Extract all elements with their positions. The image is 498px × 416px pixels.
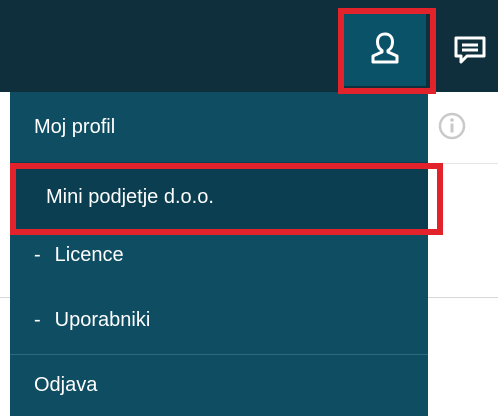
menu-item-my-profile[interactable]: Moj profil xyxy=(10,92,428,162)
menu-item-users[interactable]: - Uporabniki xyxy=(10,290,428,350)
content-divider xyxy=(428,297,498,298)
menu-item-prefix: - xyxy=(34,243,41,266)
chat-bubble-icon xyxy=(453,35,487,70)
user-dropdown-menu: Moj profil Mini podjetje d.o.o. - Licenc… xyxy=(10,92,428,416)
menu-item-label: Uporabniki xyxy=(54,308,151,331)
messages-button[interactable] xyxy=(442,22,498,82)
highlight-company-item xyxy=(10,163,443,235)
menu-item-logout[interactable]: Odjava xyxy=(10,354,428,416)
highlight-user-button xyxy=(338,8,436,94)
menu-item-licences[interactable]: - Licence xyxy=(10,232,428,278)
info-icon[interactable] xyxy=(437,111,467,141)
menu-item-label: Odjava xyxy=(34,374,98,396)
menu-item-label: Moj profil xyxy=(34,115,116,138)
content-divider xyxy=(0,297,10,298)
menu-item-prefix: - xyxy=(34,308,41,331)
menu-item-label: Licence xyxy=(54,243,124,266)
